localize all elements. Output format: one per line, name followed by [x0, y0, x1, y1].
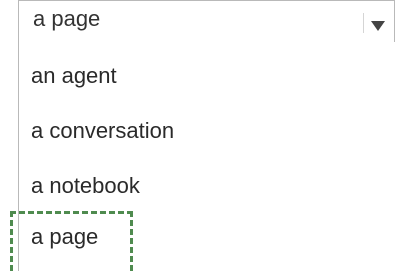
select-divider: [363, 13, 364, 33]
selected-value: a page: [33, 6, 101, 31]
option-a-conversation[interactable]: a conversation: [31, 118, 174, 144]
dropdown-menu: an agent a conversation a notebook a pag…: [18, 42, 395, 271]
chevron-down-icon[interactable]: [371, 21, 385, 33]
option-a-page[interactable]: a page: [31, 224, 98, 250]
dropdown-select[interactable]: a page: [18, 0, 395, 42]
option-a-notebook[interactable]: a notebook: [31, 173, 140, 199]
option-an-agent[interactable]: an agent: [31, 63, 117, 89]
